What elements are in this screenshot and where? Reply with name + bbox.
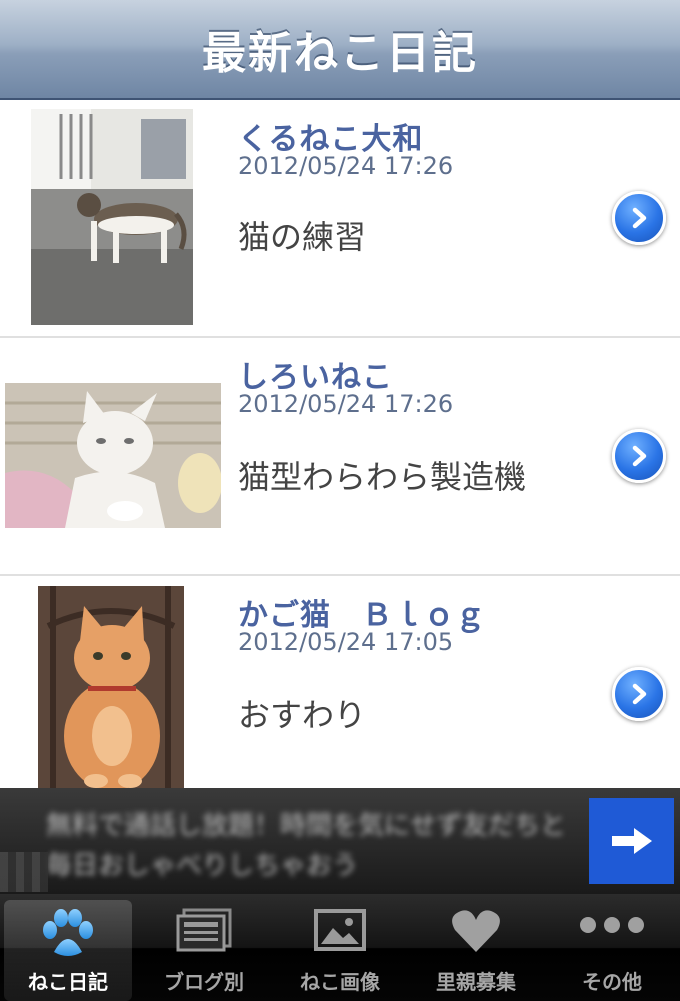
entry-title: おすわり [238,696,367,734]
tab-neko-images[interactable]: ねこ画像 [272,894,408,1001]
ad-corner-pixels [0,852,48,892]
tab-label: その他 [582,970,642,994]
more-icon [579,916,645,938]
tab-by-blog[interactable]: ブログ別 [136,894,272,1001]
cat-thumbnail [38,586,184,788]
list-item[interactable]: しろいねこ 2012/05/24 17:26 猫型わらわら製造機 [0,338,680,576]
ad-text: 無料で通話し放題！時間を気にせず友だちと毎日おしゃべりしちゃおう [46,811,567,881]
post-date: 2012/05/24 17:05 [238,628,454,656]
tab-bar: ねこ日記 ブログ別 ねこ画像 里親募集 その他 [0,894,680,1001]
list-item[interactable]: かご猫 Ｂｌｏｇ 2012/05/24 17:05 おすわり [0,576,680,788]
arrow-right-icon[interactable] [589,798,674,884]
heart-icon [449,908,503,958]
tab-label: 里親募集 [436,970,516,994]
image-icon [313,908,367,956]
paw-icon [40,908,96,964]
ad-banner[interactable]: 無料で通話し放題！時間を気にせず友だちと毎日おしゃべりしちゃおう [0,788,680,894]
tab-label: ねこ日記 [28,970,108,994]
entry-title: 猫の練習 [238,218,367,256]
diary-list[interactable]: くるねこ大和 2012/05/24 17:26 猫の練習 しろいねこ 2012/… [0,100,680,788]
cat-thumbnail [31,109,193,325]
cat-thumbnail [5,383,221,528]
stacked-list-icon [174,908,234,956]
navigation-bar: 最新ねこ日記 [0,0,680,100]
chevron-right-icon[interactable] [612,667,666,721]
chevron-right-icon[interactable] [612,429,666,483]
entry-title: 猫型わらわら製造機 [238,458,527,496]
page-title: 最新ねこ日記 [202,28,478,79]
tab-foster-recruit[interactable]: 里親募集 [408,894,544,1001]
chevron-right-icon[interactable] [612,191,666,245]
tab-other[interactable]: その他 [544,894,680,1001]
tab-label: ブログ別 [164,970,244,994]
post-date: 2012/05/24 17:26 [238,152,454,180]
tab-neko-diary[interactable]: ねこ日記 [4,900,132,1001]
list-item[interactable]: くるねこ大和 2012/05/24 17:26 猫の練習 [0,100,680,338]
tab-label: ねこ画像 [300,970,380,994]
post-date: 2012/05/24 17:26 [238,390,454,418]
